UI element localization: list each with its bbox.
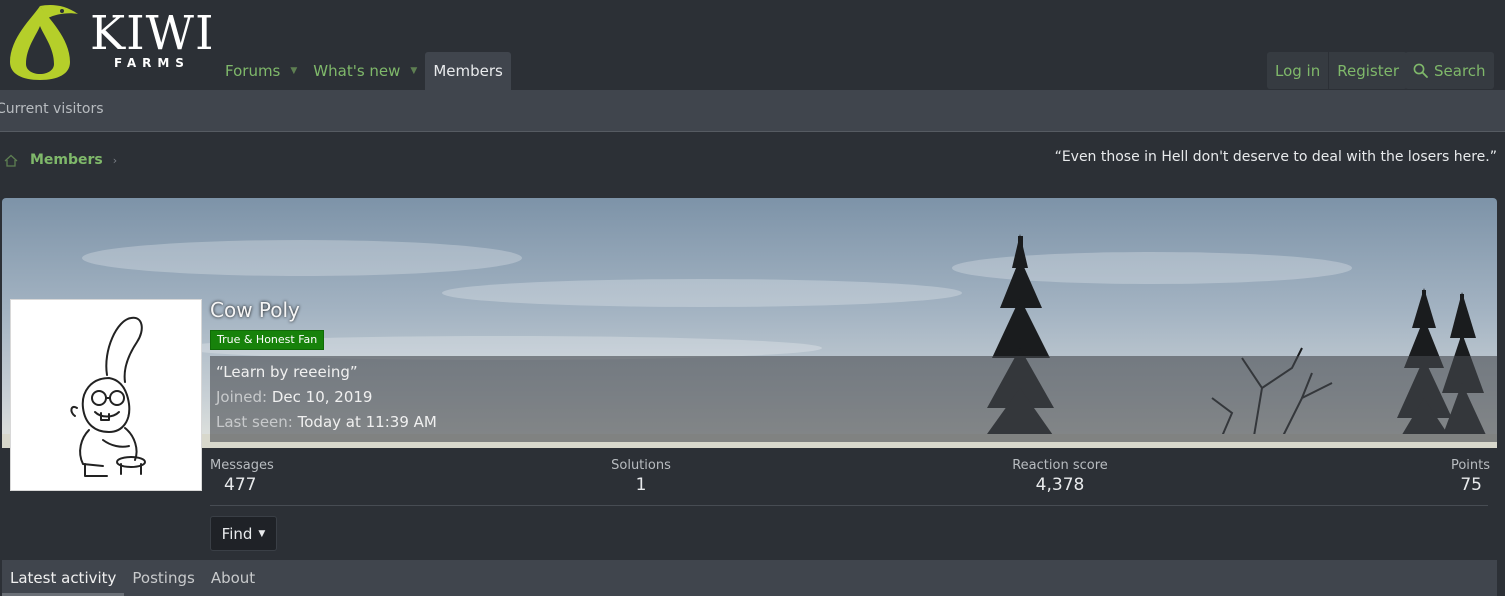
find-button[interactable]: Find ▼ <box>210 516 277 551</box>
main-nav: Forums ▼ What's new ▼ Members <box>217 52 511 90</box>
caret-down-icon[interactable]: ▼ <box>290 66 297 76</box>
chevron-right-icon: › <box>112 153 118 167</box>
breadcrumb-members[interactable]: Members <box>30 152 103 168</box>
nav-tab-forums[interactable]: Forums ▼ <box>217 52 305 90</box>
tab-latest-activity[interactable]: Latest activity <box>2 560 125 596</box>
header-quote: “Even those in Hell don't deserve to dea… <box>1054 149 1497 165</box>
stat-label: Messages <box>210 458 274 473</box>
profile-tabs: Latest activity Postings About <box>2 560 1497 596</box>
caret-down-icon: ▼ <box>258 528 266 539</box>
caret-down-icon[interactable]: ▼ <box>410 66 417 76</box>
stat-solutions[interactable]: Solutions 1 <box>608 458 674 495</box>
stat-value: 75 <box>1460 475 1482 495</box>
search-group: Search <box>1405 52 1494 89</box>
username: Cow Poly <box>210 298 300 322</box>
account-group: Log in Register <box>1267 52 1407 89</box>
stat-label: Reaction score <box>1012 458 1108 473</box>
stat-value: 477 <box>224 475 257 495</box>
sub-nav: Current visitors <box>0 90 1505 132</box>
joined-row: Joined: Dec 10, 2019 <box>216 388 372 406</box>
register-button[interactable]: Register <box>1328 52 1407 89</box>
user-title-badge: True & Honest Fan <box>210 330 325 350</box>
logo-subtitle: FARMS <box>114 56 190 70</box>
home-icon[interactable] <box>4 154 18 167</box>
avatar[interactable] <box>10 299 202 491</box>
last-seen-row: Last seen: Today at 11:39 AM <box>216 413 437 431</box>
nav-tab-label: What's new <box>313 62 401 80</box>
nav-tab-label: Members <box>433 62 503 80</box>
search-label: Search <box>1434 61 1486 80</box>
last-seen-label: Last seen: <box>216 413 293 431</box>
tab-postings[interactable]: Postings <box>124 560 202 596</box>
stat-reaction-score[interactable]: Reaction score 4,378 <box>1012 458 1108 495</box>
search-button[interactable]: Search <box>1405 52 1494 89</box>
find-label: Find <box>221 524 253 543</box>
tab-about[interactable]: About <box>203 560 263 596</box>
member-profile: Cow Poly True & Honest Fan “Learn by ree… <box>2 198 1497 596</box>
stat-value: 1 <box>635 475 647 495</box>
joined-value: Dec 10, 2019 <box>271 388 373 406</box>
joined-label: Joined: <box>216 388 268 406</box>
stat-label: Points <box>1450 458 1490 473</box>
last-seen-value: Today at 11:39 AM <box>297 413 437 431</box>
profile-stats: Messages 477 Solutions 1 Reaction score … <box>210 458 1490 506</box>
logo-wordmark: KIWI <box>90 6 215 61</box>
stat-value: 4,378 <box>1035 475 1085 495</box>
site-logo[interactable]: KIWI FARMS <box>6 4 214 80</box>
avatar-drawing-icon <box>70 316 146 477</box>
nav-tab-label: Forums <box>225 62 281 80</box>
login-button[interactable]: Log in <box>1267 52 1328 89</box>
nav-tab-members[interactable]: Members <box>425 52 511 90</box>
kiwi-logo-icon <box>10 4 78 80</box>
custom-status: “Learn by reeeing” <box>216 363 358 381</box>
breadcrumb: Members › <box>4 150 117 170</box>
stat-messages[interactable]: Messages 477 <box>210 458 274 495</box>
site-header: KIWI FARMS Forums ▼ What's new ▼ Members… <box>0 0 1505 90</box>
stat-label: Solutions <box>611 458 671 473</box>
stat-points[interactable]: Points 75 <box>1451 458 1490 495</box>
current-visitors-link[interactable]: Current visitors <box>0 101 104 117</box>
nav-tab-whats-new[interactable]: What's new ▼ <box>305 52 425 90</box>
search-icon <box>1413 63 1428 78</box>
